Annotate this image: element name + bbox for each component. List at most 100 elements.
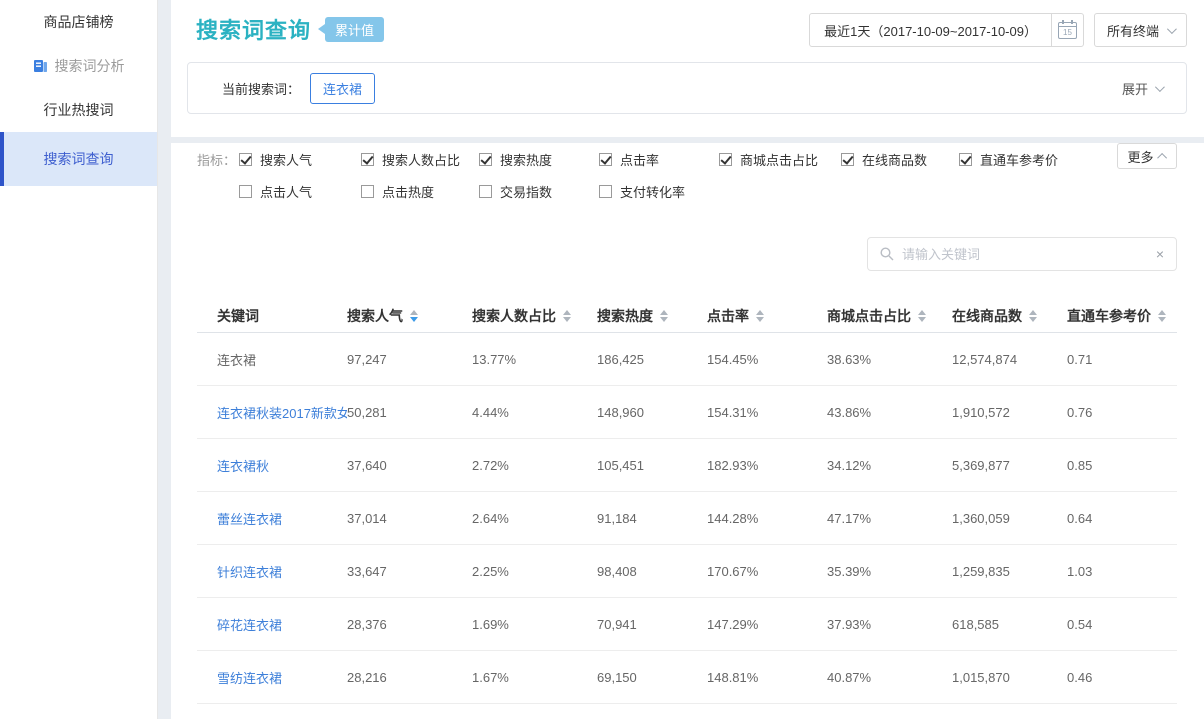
value-cell: 618,585 — [952, 617, 1067, 632]
value-cell: 47.17% — [827, 511, 952, 526]
sort-desc-icon[interactable] — [918, 317, 926, 322]
value-cell: 1.03 — [1067, 564, 1177, 579]
value-cell: 34.12% — [827, 458, 952, 473]
value-cell: 28,376 — [347, 617, 472, 632]
keyword-link[interactable]: 连衣裙秋 — [217, 459, 269, 474]
sort-asc-icon[interactable] — [563, 310, 571, 315]
column-header: 关键词 — [197, 306, 347, 326]
cumulative-badge: 累计值 — [325, 17, 384, 42]
sidebar-item-1[interactable]: 搜索词分析 — [0, 44, 157, 88]
sort-desc-icon[interactable] — [1158, 317, 1166, 322]
column-header-label: 商城点击占比 — [827, 306, 911, 326]
keyword-search-input[interactable] — [902, 247, 1148, 262]
checkbox-checked[interactable] — [479, 153, 492, 166]
sort-control[interactable] — [1158, 310, 1166, 322]
sidebar-item-2[interactable]: 行业热搜词 — [0, 88, 157, 132]
sort-asc-icon[interactable] — [918, 310, 926, 315]
sort-asc-icon[interactable] — [410, 310, 418, 315]
checkbox[interactable] — [599, 185, 612, 198]
keyword-link[interactable]: 蕾丝连衣裙 — [217, 512, 282, 527]
chevron-down-icon — [1155, 82, 1165, 92]
value-cell: 50,281 — [347, 405, 472, 420]
value-cell: 28,216 — [347, 670, 472, 685]
table-row: 蕾丝连衣裙37,0142.64%91,184144.28%47.17%1,360… — [197, 492, 1177, 545]
keyword-cell: 连衣裙 — [197, 350, 347, 369]
sort-desc-icon[interactable] — [756, 317, 764, 322]
checkbox-checked[interactable] — [841, 153, 854, 166]
metric-checkbox-item[interactable]: 商城点击占比 — [719, 150, 841, 169]
metric-checkbox-item[interactable]: 搜索人数占比 — [361, 150, 479, 169]
metric-checkbox-item[interactable]: 支付转化率 — [599, 182, 719, 201]
sort-desc-icon[interactable] — [1029, 317, 1037, 322]
checkbox[interactable] — [361, 185, 374, 198]
checkbox-checked[interactable] — [361, 153, 374, 166]
title-wrap: 搜索词查询 累计值 — [196, 13, 384, 45]
keyword-link[interactable]: 碎花连衣裙 — [217, 618, 282, 633]
metric-label: 搜索热度 — [500, 150, 552, 169]
sort-asc-icon[interactable] — [1158, 310, 1166, 315]
sort-desc-icon[interactable] — [563, 317, 571, 322]
sort-control[interactable] — [660, 310, 668, 322]
value-cell: 0.64 — [1067, 511, 1177, 526]
checkbox-checked[interactable] — [239, 153, 252, 166]
expand-button[interactable]: 展开 — [1122, 79, 1162, 98]
main-content: 搜索词查询 累计值 最近1天（2017-10-09~2017-10-09） 15 — [171, 0, 1204, 719]
ledger-icon — [33, 59, 48, 73]
checkbox[interactable] — [239, 185, 252, 198]
sidebar-item-3[interactable]: 搜索词查询 — [0, 132, 157, 186]
calendar-button[interactable]: 15 — [1051, 14, 1083, 46]
current-keyword-chip[interactable]: 连衣裙 — [310, 73, 375, 104]
metric-checkbox-item[interactable]: 搜索人气 — [239, 150, 361, 169]
clear-icon[interactable]: × — [1156, 247, 1164, 261]
sidebar-item-0[interactable]: 商品店铺榜 — [0, 0, 157, 44]
keyword-link[interactable]: 雪纺连衣裙 — [217, 671, 282, 686]
terminal-select-label: 所有终端 — [1107, 21, 1159, 40]
keyword-link[interactable]: 针织连衣裙 — [217, 565, 282, 580]
metric-checkbox-item[interactable]: 交易指数 — [479, 182, 599, 201]
checkbox[interactable] — [479, 185, 492, 198]
keyword-cell: 蕾丝连衣裙 — [197, 509, 347, 528]
content-gutter — [158, 0, 171, 719]
value-cell: 2.72% — [472, 458, 597, 473]
sort-asc-icon[interactable] — [756, 310, 764, 315]
metric-grid: 指标： 搜索人气 搜索人数占比 搜索热度 点击率 商城点击占比 在线商品数 — [197, 150, 1177, 201]
metric-checkbox-item[interactable]: 搜索热度 — [479, 150, 599, 169]
value-cell: 35.39% — [827, 564, 952, 579]
date-range-button[interactable]: 最近1天（2017-10-09~2017-10-09） — [810, 14, 1051, 46]
table-body: 连衣裙97,24713.77%186,425154.45%38.63%12,57… — [197, 333, 1177, 704]
sort-control[interactable] — [756, 310, 764, 322]
sort-control[interactable] — [918, 310, 926, 322]
sort-asc-icon[interactable] — [1029, 310, 1037, 315]
calendar-day: 15 — [1063, 27, 1072, 38]
terminal-select[interactable]: 所有终端 — [1094, 13, 1187, 47]
column-header: 搜索热度 — [597, 306, 707, 326]
sort-desc-icon[interactable] — [660, 317, 668, 322]
column-header: 搜索人数占比 — [472, 306, 597, 326]
sort-desc-icon[interactable] — [410, 317, 418, 322]
metric-checkbox-item[interactable]: 点击热度 — [361, 182, 479, 201]
more-button[interactable]: 更多 — [1117, 143, 1177, 169]
column-header-label: 在线商品数 — [952, 306, 1022, 326]
sort-asc-icon[interactable] — [660, 310, 668, 315]
metric-label: 搜索人气 — [260, 150, 312, 169]
metric-checkbox-item[interactable]: 点击率 — [599, 150, 719, 169]
value-cell: 43.86% — [827, 405, 952, 420]
checkbox-checked[interactable] — [719, 153, 732, 166]
metric-checkbox-item[interactable]: 点击人气 — [239, 182, 361, 201]
value-cell: 4.44% — [472, 405, 597, 420]
sort-control[interactable] — [563, 310, 571, 322]
value-cell: 182.93% — [707, 458, 827, 473]
sort-control[interactable] — [410, 310, 418, 322]
chevron-down-icon — [1167, 24, 1177, 34]
value-cell: 1.67% — [472, 670, 597, 685]
value-cell: 0.76 — [1067, 405, 1177, 420]
value-cell: 1,259,835 — [952, 564, 1067, 579]
metric-label: 搜索人数占比 — [382, 150, 460, 169]
checkbox-checked[interactable] — [599, 153, 612, 166]
checkbox-checked[interactable] — [959, 153, 972, 166]
sidebar-item-label: 搜索词分析 — [55, 56, 125, 76]
value-cell: 1,015,870 — [952, 670, 1067, 685]
sort-control[interactable] — [1029, 310, 1037, 322]
keyword-link[interactable]: 连衣裙秋装2017新款女 — [217, 406, 347, 421]
metric-checkbox-item[interactable]: 在线商品数 — [841, 150, 959, 169]
